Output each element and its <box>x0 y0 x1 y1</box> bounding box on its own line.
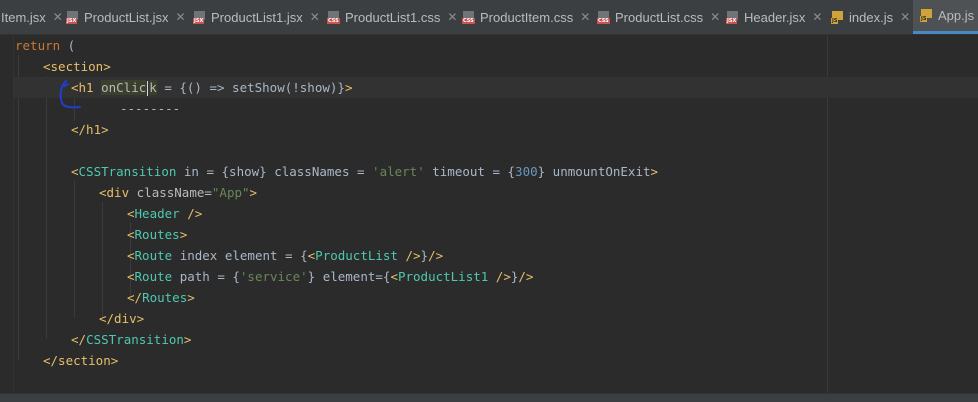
tab-label: ProductList1.jsx <box>211 9 303 25</box>
code-line: </h1> <box>71 122 109 137</box>
jsx-file-icon: JSX <box>66 10 79 24</box>
tab-productlist1-jsx[interactable]: JSX ProductList1.jsx ✕ <box>193 0 320 34</box>
code-line: <section> <box>43 59 111 74</box>
tab-label: ProductList.jsx <box>84 9 169 25</box>
pen-annotation-mark <box>59 80 81 109</box>
code-line: <h1 onClic k = {() => setShow(!show)}> <box>71 80 353 96</box>
tab-label: index.js <box>849 9 894 25</box>
close-icon[interactable]: ✕ <box>812 10 822 24</box>
tab-label: Header.jsx <box>744 9 806 25</box>
code-line: </div> <box>99 311 145 326</box>
code-line: <Route index element = {<ProductList />}… <box>127 248 444 263</box>
jsx-file-icon: JSX <box>726 10 739 24</box>
tab-label: ProductItem.css <box>480 9 574 25</box>
tab-productlist1-css[interactable]: CSS ProductList1.css ✕ <box>327 0 457 34</box>
tab-label: Item.jsx <box>1 9 46 25</box>
tab-productlist-css[interactable]: CSS ProductList.css ✕ <box>597 0 720 34</box>
css-file-icon: CSS <box>597 10 610 24</box>
editor-tab-bar: Item.jsx ✕ JSX ProductList.jsx ✕ JSX Pro… <box>0 0 978 35</box>
close-icon[interactable]: ✕ <box>900 10 910 24</box>
close-icon[interactable]: ✕ <box>710 10 720 24</box>
code-line: </Routes> <box>127 290 195 305</box>
code-line: <Routes> <box>127 227 188 242</box>
tab-label: App.js <box>938 8 975 23</box>
code-line: -------- <box>120 101 181 116</box>
code-line: <Route path = {'service'} element={<Prod… <box>127 269 534 284</box>
code-line: </section> <box>43 353 119 368</box>
tab-item-jsx[interactable]: Item.jsx ✕ <box>0 0 63 34</box>
close-icon[interactable]: ✕ <box>176 10 186 24</box>
css-file-icon: CSS <box>327 10 340 24</box>
close-icon[interactable]: ✕ <box>310 10 320 24</box>
css-file-icon: CSS <box>462 10 475 24</box>
code-line: <CSSTransition in = {show} classNames = … <box>71 164 659 179</box>
close-icon[interactable]: ✕ <box>580 10 590 24</box>
code-line: </CSSTransition> <box>71 332 192 347</box>
close-icon[interactable]: ✕ <box>53 10 63 24</box>
code-line: <Header /> <box>127 206 203 221</box>
tab-productlist-jsx[interactable]: JSX ProductList.jsx ✕ <box>66 0 186 34</box>
js-file-icon: JS <box>920 9 933 22</box>
close-icon[interactable]: ✕ <box>447 10 457 24</box>
tab-header-jsx[interactable]: JSX Header.jsx ✕ <box>726 0 822 34</box>
tab-app-js[interactable]: JS App.js <box>913 0 978 34</box>
js-file-icon: JS <box>831 10 844 24</box>
tab-productitem-css[interactable]: CSS ProductItem.css ✕ <box>462 0 590 34</box>
code-line: return ( <box>15 38 76 53</box>
tab-label: ProductList1.css <box>345 9 441 25</box>
tab-index-js[interactable]: JS index.js ✕ <box>831 0 910 34</box>
code-line: <div className="App"> <box>99 185 258 200</box>
tab-label: ProductList.css <box>615 9 704 25</box>
jsx-file-icon: JSX <box>193 10 206 24</box>
